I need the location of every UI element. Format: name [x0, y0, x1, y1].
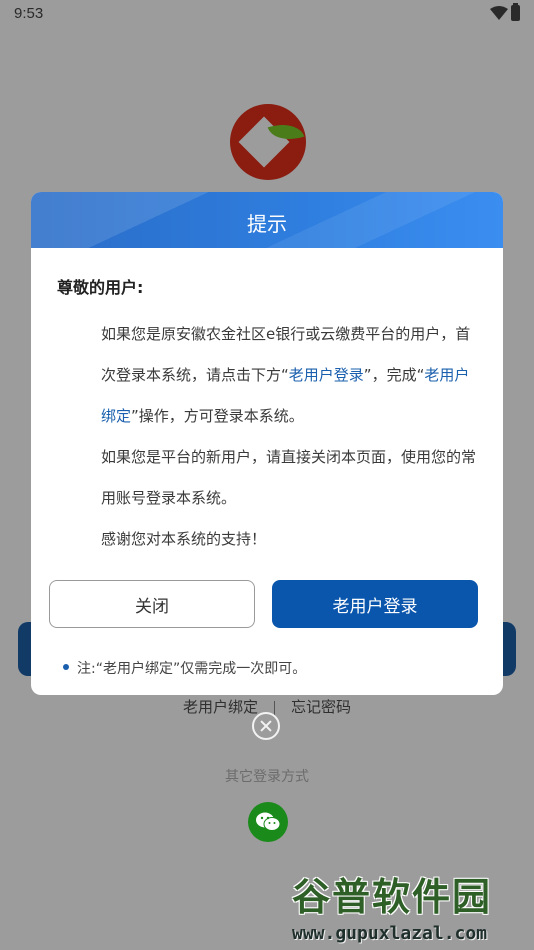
- close-circle-icon[interactable]: [252, 712, 280, 740]
- dialog-paragraph-2: 如果您是平台的新用户，请直接关闭本页面，使用您的常用账号登录本系统。: [101, 448, 477, 507]
- wechat-icon: [256, 812, 281, 831]
- bullet-icon: [63, 664, 69, 670]
- dialog-greeting: 尊敬的用户:: [57, 278, 144, 297]
- dialog-title: 提示: [247, 212, 287, 236]
- status-time: 9:53: [14, 5, 44, 22]
- dialog-paragraph-3: 感谢您对本系统的支持！: [101, 530, 267, 548]
- p1-highlight-old-login: 老用户登录: [288, 366, 364, 384]
- watermark-title: 谷普软件园: [292, 875, 493, 919]
- dialog-body: 尊敬的用户: 如果您是原安徽农金社区e银行或云缴费平台的用户，首次登录本系统，请…: [31, 248, 503, 560]
- p1-text-c: ”操作，方可登录本系统。: [131, 407, 304, 425]
- note-text: 注:“老用户绑定”仅需完成一次即可。: [77, 661, 307, 677]
- old-user-bind-link[interactable]: 老用户绑定: [183, 696, 258, 717]
- old-user-login-button[interactable]: 老用户登录: [272, 580, 478, 628]
- wechat-login-button[interactable]: [248, 802, 288, 842]
- watermark-url: www.gupuxlazal.com: [292, 923, 488, 944]
- dialog-note: 注:“老用户绑定”仅需完成一次即可。: [63, 658, 306, 678]
- p1-text-b: ”，完成“: [363, 366, 425, 384]
- status-bar: 9:53: [0, 0, 534, 28]
- close-button[interactable]: 关闭: [49, 580, 255, 628]
- other-login-label: 其它登录方式: [225, 769, 309, 785]
- link-separator: [274, 700, 275, 715]
- notice-dialog: 提示 尊敬的用户: 如果您是原安徽农金社区e银行或云缴费平台的用户，首次登录本系…: [31, 192, 503, 695]
- forgot-password-link[interactable]: 忘记密码: [291, 696, 351, 717]
- watermark: 谷普软件园 www.gupuxlazal.com: [292, 866, 532, 944]
- battery-icon: [511, 3, 520, 21]
- dialog-header: 提示: [31, 192, 503, 248]
- wifi-icon: [490, 6, 508, 20]
- dialog-actions: 关闭 老用户登录: [49, 580, 478, 628]
- dialog-paragraph-1: 如果您是原安徽农金社区e银行或云缴费平台的用户，首次登录本系统，请点击下方“老用…: [57, 314, 477, 437]
- app-logo: [230, 104, 306, 180]
